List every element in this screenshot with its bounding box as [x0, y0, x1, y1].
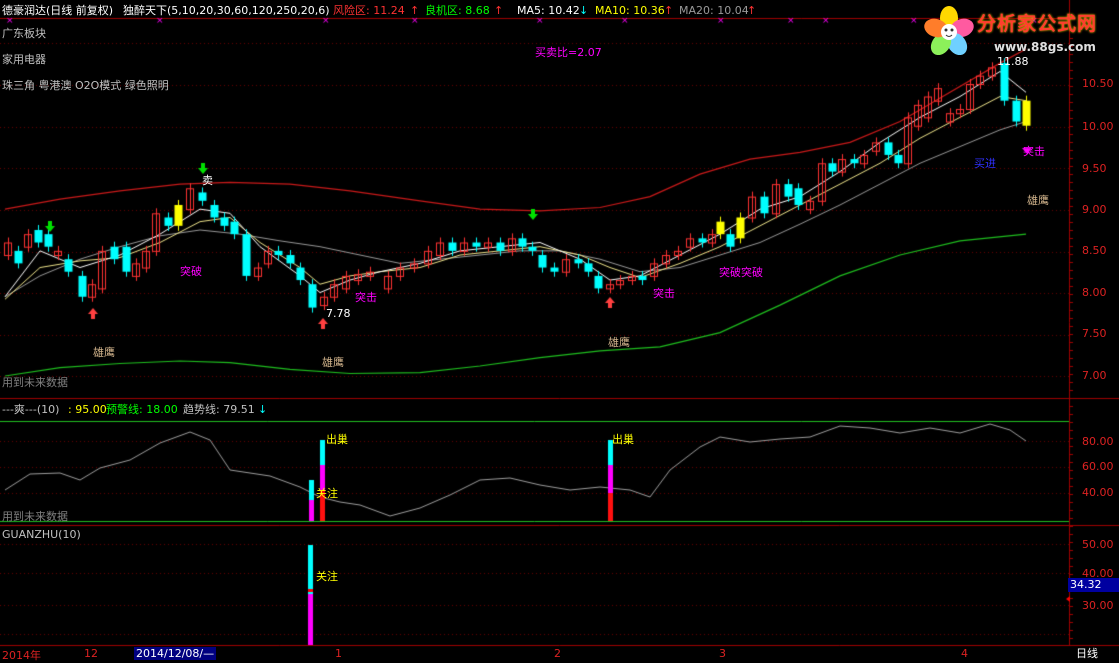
panel3-axis-label: 30.00 [1082, 599, 1114, 612]
price-axis-label: 8.00 [1082, 286, 1107, 299]
site-logo[interactable]: 分析家公式网 www.88gs.com [922, 2, 1117, 64]
logo-name: 分析家公式网 [977, 13, 1098, 35]
panel2-axis-label: 80.00 [1082, 435, 1114, 448]
panel3-title: GUANZHU(10) [2, 528, 81, 541]
focus-label-panel2: 关注 [316, 487, 338, 500]
ma5-label: MA5: 10.42 [517, 4, 580, 17]
price-axis-label: 10.00 [1082, 120, 1114, 133]
strike-label-1: 突击 [355, 291, 377, 304]
breakout-breakout-label: 突破突破 [719, 266, 763, 279]
date-axis-month-4: 4 [961, 647, 968, 660]
date-axis-month-12: 12 [84, 647, 98, 660]
risk-up-arrow-icon: ↑ [410, 4, 420, 17]
price-axis-label: 9.00 [1082, 203, 1107, 216]
price-axis-label: 9.50 [1082, 162, 1107, 175]
out-nest-label-1: 出巢 [326, 433, 348, 446]
eagle-label-3: 雄鹰 [608, 336, 630, 349]
date-cursor-label[interactable]: 2014/12/08/— [134, 647, 217, 660]
flower-logo-icon [924, 6, 974, 56]
eagle-label-1: 雄鹰 [93, 346, 115, 359]
sector-label-2: 家用电器 [2, 53, 46, 66]
date-axis-month-3: 3 [719, 647, 726, 660]
opportunity-zone-label: 良机区: 8.68 [425, 4, 490, 17]
strike-label-2: 突击 [653, 287, 675, 300]
focus-label-panel3: 关注 [316, 570, 338, 583]
sector-label-1: 广东板块 [2, 27, 46, 40]
ma5-down-arrow-icon: ↓ [579, 4, 589, 17]
ma10-up-arrow-icon: ↑ [664, 4, 674, 17]
panel2-axis-label: 40.00 [1082, 486, 1114, 499]
price-axis-label: 7.50 [1082, 327, 1107, 340]
strike-label-3: 突击 [1023, 145, 1045, 158]
low-price-label: 7.78 [326, 307, 351, 320]
period-selector[interactable]: 日线 [1076, 647, 1098, 660]
panel2-trend-line: 趋势线: 79.51 [183, 403, 255, 416]
future-data-warning-2: 用到未来数据 [2, 510, 68, 523]
panel2-title: ---爽---(10) [2, 403, 60, 416]
indicator-title: 独醉天下(5,10,20,30,60,120,250,20,6) [123, 4, 330, 17]
eagle-label-4: 雄鹰 [1027, 194, 1049, 207]
blue-signal-label: 买进 [974, 157, 996, 170]
date-axis-month-1: 1 [335, 647, 342, 660]
sell-signal-label: 卖 [202, 174, 213, 187]
concept-tags: 珠三角 粤港澳 O2O模式 绿色照明 [2, 79, 169, 92]
date-axis-year: 2014年 [2, 649, 41, 662]
opportunity-up-arrow-icon: ↑ [494, 4, 504, 17]
date-axis-month-2: 2 [554, 647, 561, 660]
kline-chart-canvas[interactable] [0, 0, 1119, 662]
panel2-axis-label: 60.00 [1082, 460, 1114, 473]
price-axis-label: 8.50 [1082, 244, 1107, 257]
buy-sell-ratio: 买卖比=2.07 [535, 46, 602, 59]
ma10-label: MA10: 10.36 [595, 4, 665, 17]
price-axis-label: 10.50 [1082, 77, 1114, 90]
panel3-current-value: 34.32 [1068, 578, 1119, 592]
ma20-up-arrow-icon: ↑ [747, 4, 757, 17]
breakout-label-1: 突破 [180, 265, 202, 278]
panel3-axis-label: 50.00 [1082, 538, 1114, 551]
panel2-warning-line: 预警线: 18.00 [106, 403, 178, 416]
future-data-warning-1: 用到未来数据 [2, 376, 68, 389]
stock-title: 德豪润达(日线 前复权) [2, 4, 114, 17]
ma20-label: MA20: 10.04 [679, 4, 749, 17]
trend-down-arrow-icon: ↓ [258, 403, 268, 416]
panel2-value: : 95.00 [68, 403, 107, 416]
risk-zone-label: 风险区: 11.24 [333, 4, 405, 17]
price-axis-label: 7.00 [1082, 369, 1107, 382]
out-nest-label-2: 出巢 [612, 433, 634, 446]
logo-url: www.88gs.com [994, 40, 1096, 54]
eagle-label-2: 雄鹰 [322, 356, 344, 369]
